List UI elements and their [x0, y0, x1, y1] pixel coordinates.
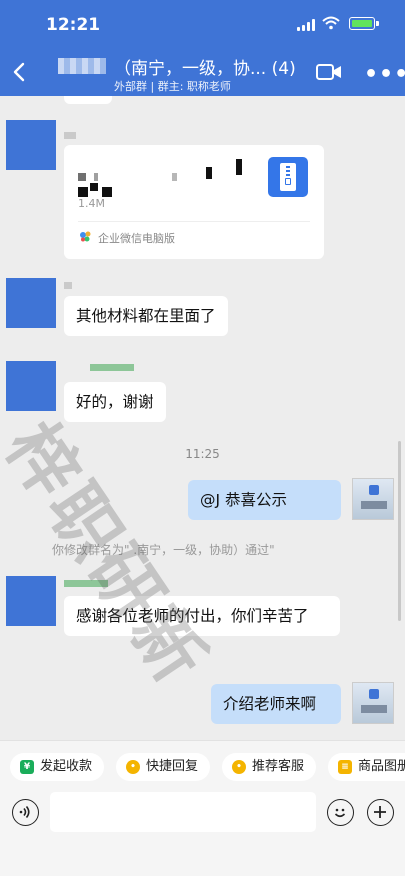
video-call-icon[interactable] [316, 63, 342, 81]
voice-icon[interactable] [12, 799, 39, 826]
message-bubble: 好的，谢谢 [64, 382, 166, 422]
system-note: 你修改群名为" .南宁，一级，协助）通过" [52, 543, 275, 557]
message-input[interactable] [50, 792, 316, 832]
zip-file-icon [268, 157, 308, 197]
chip-collect-payment[interactable]: ¥ 发起收款 [10, 753, 105, 781]
file-size: 1.4M [78, 197, 105, 210]
title-redacted [58, 58, 106, 74]
avatar[interactable] [6, 278, 56, 328]
avatar[interactable] [6, 120, 56, 170]
chip-recommend-service[interactable]: • 推荐客服 [222, 753, 317, 781]
avatar[interactable] [6, 361, 56, 411]
sender-name-redacted [64, 132, 76, 139]
wifi-icon [322, 16, 340, 30]
sender-name-redacted [90, 364, 134, 371]
payment-icon: ¥ [20, 760, 34, 774]
signal-icon [297, 19, 315, 31]
scrollbar[interactable] [398, 441, 401, 621]
timestamp: 11:25 [185, 447, 220, 461]
sender-name-redacted [64, 580, 108, 587]
more-icon[interactable]: ••• [364, 62, 405, 87]
catalog-icon: ≡ [338, 760, 352, 774]
quick-action-bar: ¥ 发起收款 • 快捷回复 • 推荐客服 ≡ 商品图册 [0, 740, 405, 792]
chip-quick-reply[interactable]: • 快捷回复 [116, 753, 211, 781]
input-bar [0, 792, 405, 876]
chat-subtitle: 外部群 | 群主: 职称老师 [114, 80, 231, 93]
sender-name-redacted [64, 282, 72, 289]
my-avatar[interactable] [352, 682, 394, 724]
avatar[interactable] [6, 576, 56, 626]
emoji-icon[interactable] [327, 799, 354, 826]
chat-area[interactable]: 1.4M 企业微信电脑版 其他材料都在里面了 好的，谢谢 11:25 @J 恭喜… [0, 96, 405, 740]
plus-icon[interactable] [367, 799, 394, 826]
chat-header: 12:21 （南宁，一级，协... (4) 外部群 | 群主: 职称老师 ••• [0, 0, 405, 96]
status-time: 12:21 [46, 15, 101, 35]
message-bubble: 感谢各位老师的付出，你们辛苦了 [64, 596, 340, 636]
wecom-icon [80, 231, 91, 242]
quick-reply-icon: • [126, 760, 140, 774]
service-icon: • [232, 760, 246, 774]
my-avatar[interactable] [352, 478, 394, 520]
my-message-bubble: @J 恭喜公示 [188, 480, 341, 520]
file-card[interactable]: 1.4M 企业微信电脑版 [64, 145, 324, 259]
file-source: 企业微信电脑版 [98, 232, 175, 245]
chat-title[interactable]: （南宁，一级，协... (4) [114, 54, 296, 79]
message-bubble: 其他材料都在里面了 [64, 296, 228, 336]
battery-icon [349, 17, 379, 30]
message-bubble [64, 96, 112, 104]
my-message-bubble: 介绍老师来啊 [211, 684, 341, 724]
chip-product-catalog[interactable]: ≡ 商品图册 [328, 753, 405, 781]
back-arrow-icon[interactable] [8, 60, 32, 84]
